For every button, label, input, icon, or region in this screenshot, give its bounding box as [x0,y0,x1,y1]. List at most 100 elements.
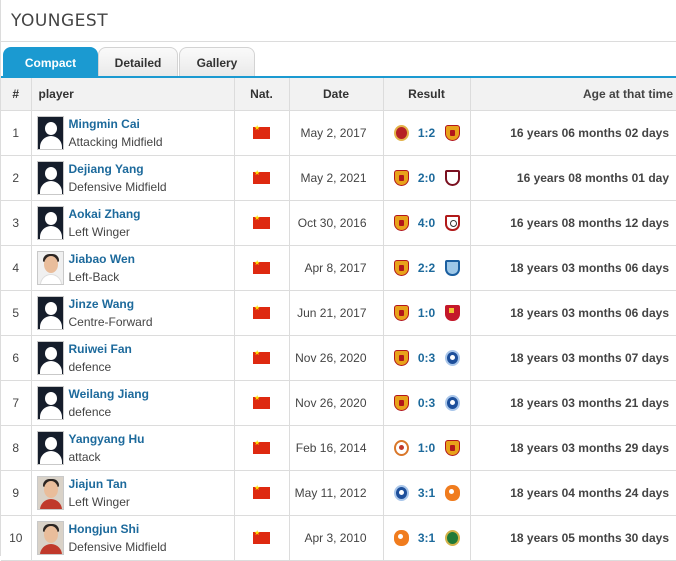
blue-round-crest-icon[interactable] [444,394,460,411]
dark-red-crest-icon[interactable] [444,169,460,186]
player-name-link[interactable]: Jiabao Wen [69,250,135,268]
table-row: 6Ruiwei FandefenceNov 26, 20200:318 year… [1,335,676,381]
player-photo[interactable] [36,475,64,510]
china-flag-icon [253,214,270,230]
match-date: Nov 26, 2020 [289,335,384,381]
match-score-link[interactable]: 3:1 [416,486,438,500]
tab-compact[interactable]: Compact [3,47,98,77]
col-header-age[interactable]: Age at that time [470,78,676,111]
player-photo[interactable] [36,160,64,195]
col-header-player[interactable]: player [31,78,235,111]
match-score-link[interactable]: 4:0 [416,216,438,230]
player-photo[interactable] [36,430,64,465]
player-cell: Aokai Zhang Left Winger [31,200,235,246]
player-name-link[interactable]: Ruiwei Fan [69,340,132,358]
match-score-link[interactable]: 2:0 [416,171,438,185]
player-cell: Hongjun Shi Defensive Midfield [31,515,235,561]
table-row: 10Hongjun ShiDefensive Midfield Apr 3, 20… [1,515,676,561]
age-at-that-time: 16 years 08 months 12 days [470,200,676,246]
player-photo[interactable] [36,205,64,240]
orange-shield-crest-icon[interactable] [393,529,409,546]
rank-cell: 10 [1,515,32,561]
player-name-link[interactable]: Mingmin Cai [69,115,163,133]
guangzhou-crest-icon[interactable] [393,169,409,186]
match-score-link[interactable]: 1:2 [416,126,438,140]
china-flag-icon [253,484,270,500]
match-date: May 2, 2021 [289,155,384,201]
match-score-link[interactable]: 0:3 [416,351,438,365]
player-name-link[interactable]: Jiajun Tan [69,475,130,493]
white-shield-crest-icon[interactable] [444,214,460,231]
col-header-nationality[interactable]: Nat. [234,78,290,111]
guangzhou-crest-icon[interactable] [444,439,460,456]
match-score-link[interactable]: 2:2 [416,261,438,275]
player-name-link[interactable]: Aokai Zhang [69,205,141,223]
rank-cell: 8 [1,425,32,471]
blue-round-crest-icon[interactable] [444,349,460,366]
player-position: Defensive Midfield [68,179,167,194]
china-flag-icon [253,169,270,185]
red-shield-crest-icon[interactable] [444,304,460,321]
col-header-result[interactable]: Result [383,78,471,111]
match-date: Apr 3, 2010 [289,515,384,561]
blue-shield-crest-icon[interactable] [444,259,460,276]
result-cell: 1:0 [383,290,471,336]
match-score-link[interactable]: 1:0 [416,306,438,320]
player-name-link[interactable]: Jinze Wang [69,295,153,313]
guangzhou-crest-icon[interactable] [393,259,409,276]
tab-gallery[interactable]: Gallery [179,47,255,77]
nationality-cell [234,380,290,426]
rank-cell: 4 [1,245,32,291]
guangzhou-crest-icon[interactable] [393,214,409,231]
red-round-crest-icon[interactable] [393,124,409,141]
rank-cell: 3 [1,200,32,246]
china-flag-icon [253,304,270,320]
orange-round-crest-icon[interactable] [393,439,409,456]
china-flag-icon [253,349,270,365]
col-header-date[interactable]: Date [289,78,384,111]
age-at-that-time: 18 years 03 months 21 days [470,380,676,426]
result-cell: 1:2 [383,110,471,156]
view-tabs: Compact Detailed Gallery [1,47,676,78]
player-name-link[interactable]: Dejiang Yang [69,160,167,178]
result-cell: 1:0 [383,425,471,471]
tab-underline [1,76,676,78]
match-score-link[interactable]: 3:1 [416,531,438,545]
player-photo[interactable] [36,295,64,330]
player-cell: Jinze Wang Centre-Forward [31,290,235,336]
guangzhou-crest-icon[interactable] [393,394,409,411]
player-position: Centre-Forward [68,314,153,329]
tab-detailed[interactable]: Detailed [98,47,178,77]
player-photo[interactable] [36,520,64,555]
col-header-rank[interactable]: # [1,78,32,111]
rank-cell: 6 [1,335,32,381]
green-round-crest-icon[interactable] [444,529,460,546]
match-score-link[interactable]: 1:0 [416,441,438,455]
match-score-link[interactable]: 0:3 [416,396,438,410]
result-cell: 0:3 [383,335,471,381]
table-row: 2Dejiang YangDefensive MidfieldMay 2, 20… [1,155,676,201]
guangzhou-crest-icon[interactable] [393,349,409,366]
player-name-link[interactable]: Yangyang Hu [69,430,145,448]
player-name-link[interactable]: Hongjun Shi [69,520,167,538]
result-cell: 2:0 [383,155,471,201]
match-date: Feb 16, 2014 [289,425,384,471]
player-name-link[interactable]: Weilang Jiang [69,385,149,403]
player-cell: Dejiang Yang Defensive Midfield [31,155,235,201]
match-date: May 11, 2012 [289,470,384,516]
table-row: 3Aokai ZhangLeft WingerOct 30, 20164:016… [1,200,676,246]
player-photo[interactable] [36,340,64,375]
table-row: 7Weilang JiangdefenceNov 26, 20200:318 y… [1,380,676,426]
orange-shield-crest-icon[interactable] [444,484,460,501]
nationality-cell [234,470,290,516]
age-at-that-time: 16 years 06 months 02 days [470,110,676,156]
player-photo[interactable] [36,115,64,150]
guangzhou-crest-icon[interactable] [393,304,409,321]
rank-cell: 9 [1,470,32,516]
age-at-that-time: 18 years 03 months 07 days [470,335,676,381]
blue-round-crest-icon[interactable] [393,484,409,501]
player-photo[interactable] [36,250,64,285]
match-date: Apr 8, 2017 [289,245,384,291]
guangzhou-crest-icon[interactable] [444,124,460,141]
player-photo[interactable] [36,385,64,420]
